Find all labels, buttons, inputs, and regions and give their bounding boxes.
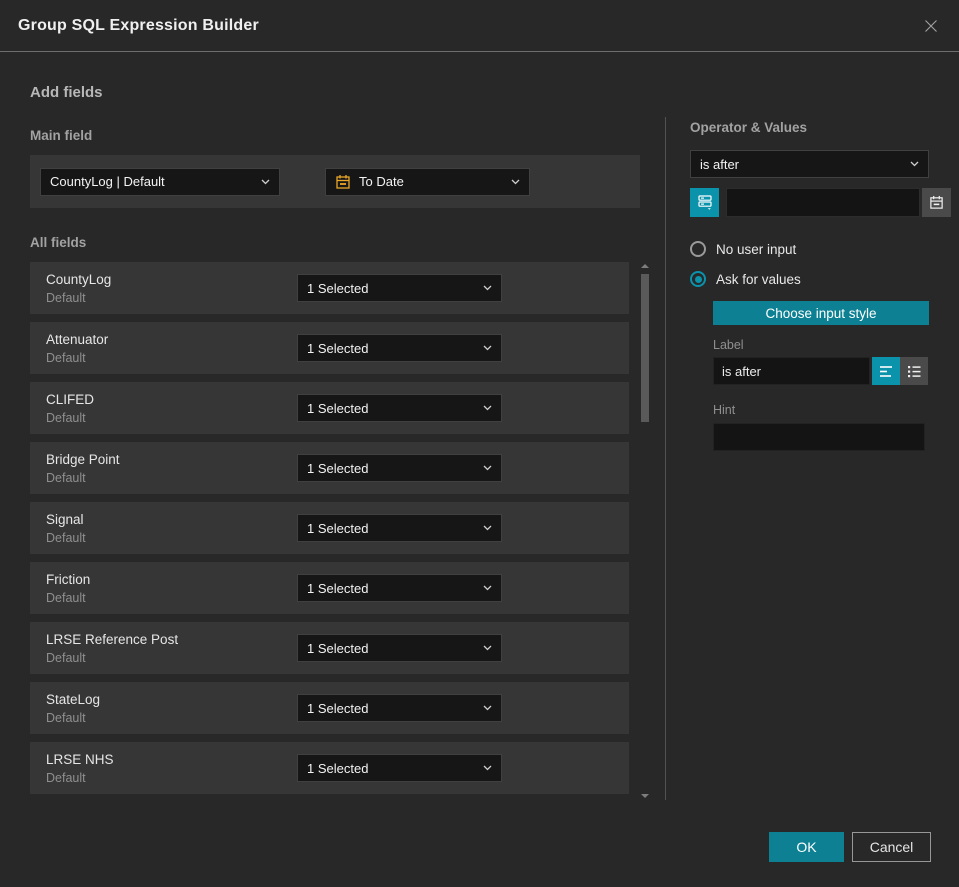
label-input-row xyxy=(713,357,929,385)
panel-divider xyxy=(665,117,666,800)
calendar-icon xyxy=(335,174,351,190)
field-values-select[interactable]: 1 Selected xyxy=(297,574,502,602)
ask-for-values-option[interactable]: Ask for values xyxy=(690,271,929,287)
field-values-select-value: 1 Selected xyxy=(307,760,369,776)
date-value-row xyxy=(690,188,951,217)
main-field-type-select[interactable]: To Date xyxy=(325,167,530,196)
chevron-down-icon xyxy=(483,285,492,291)
hint-input[interactable] xyxy=(713,423,925,451)
single-line-style-button[interactable] xyxy=(872,357,900,385)
field-row: StateLog Default 1 Selected xyxy=(30,682,629,734)
field-values-select-value: 1 Selected xyxy=(307,340,369,356)
field-row: Bridge Point Default 1 Selected xyxy=(30,442,629,494)
chevron-down-icon xyxy=(483,405,492,411)
field-values-select-value: 1 Selected xyxy=(307,520,369,536)
bullet-list-icon xyxy=(907,365,920,377)
operator-values-title: Operator & Values xyxy=(690,120,808,135)
field-values-select[interactable]: 1 Selected xyxy=(297,394,502,422)
main-field-box: CountyLog | Default To Date xyxy=(30,155,640,208)
chevron-down-icon xyxy=(511,179,520,185)
chevron-down-icon xyxy=(261,179,270,185)
no-user-input-option[interactable]: No user input xyxy=(690,241,929,257)
field-row: CLIFED Default 1 Selected xyxy=(30,382,629,434)
list-scrollbar xyxy=(640,262,650,800)
list-style-button[interactable] xyxy=(900,357,928,385)
scroll-down-arrow-icon[interactable] xyxy=(641,794,649,798)
field-values-select-value: 1 Selected xyxy=(307,640,369,656)
field-row: LRSE NHS Default 1 Selected xyxy=(30,742,629,794)
set-values-button[interactable] xyxy=(690,188,719,217)
calendar-picker-button[interactable] xyxy=(922,188,951,217)
field-row: Attenuator Default 1 Selected xyxy=(30,322,629,374)
field-values-select-value: 1 Selected xyxy=(307,700,369,716)
set-values-icon xyxy=(697,195,712,210)
calendar-icon xyxy=(930,195,943,209)
all-fields-label: All fields xyxy=(30,235,87,250)
field-row: Signal Default 1 Selected xyxy=(30,502,629,554)
dialog-header: Group SQL Expression Builder xyxy=(0,0,959,52)
operator-select[interactable]: is after xyxy=(690,150,929,178)
operator-select-value: is after xyxy=(700,156,740,172)
date-value-input[interactable] xyxy=(726,188,920,217)
field-values-select-value: 1 Selected xyxy=(307,280,369,296)
field-values-select-value: 1 Selected xyxy=(307,580,369,596)
field-values-select[interactable]: 1 Selected xyxy=(297,274,502,302)
field-values-select-value: 1 Selected xyxy=(307,400,369,416)
choose-input-style-button[interactable]: Choose input style xyxy=(713,301,929,325)
main-field-select[interactable]: CountyLog | Default xyxy=(40,167,280,196)
chevron-down-icon xyxy=(483,705,492,711)
hint-caption: Hint xyxy=(713,403,736,417)
ok-button[interactable]: OK xyxy=(769,832,844,862)
scroll-up-arrow-icon[interactable] xyxy=(641,264,649,268)
label-input[interactable] xyxy=(713,357,870,385)
add-fields-heading: Add fields xyxy=(30,84,103,101)
cancel-button[interactable]: Cancel xyxy=(852,832,931,862)
field-values-select[interactable]: 1 Selected xyxy=(297,694,502,722)
dialog-title: Group SQL Expression Builder xyxy=(18,16,259,34)
field-row: Friction Default 1 Selected xyxy=(30,562,629,614)
dialog-footer: OK Cancel xyxy=(769,832,931,862)
chevron-down-icon xyxy=(483,585,492,591)
all-fields-list: CountyLog Default 1 Selected Attenuator … xyxy=(30,262,629,794)
chevron-down-icon xyxy=(483,345,492,351)
label-caption: Label xyxy=(713,338,744,352)
chevron-down-icon xyxy=(483,465,492,471)
field-values-select-value: 1 Selected xyxy=(307,460,369,476)
chevron-down-icon xyxy=(910,161,919,167)
field-values-select[interactable]: 1 Selected xyxy=(297,634,502,662)
operator-values-panel: Operator & Values is after No user input… xyxy=(690,120,951,451)
group-sql-expression-builder-dialog: Group SQL Expression Builder Add fields … xyxy=(0,0,959,887)
main-field-type-value: To Date xyxy=(359,174,404,189)
main-field-select-value: CountyLog | Default xyxy=(50,174,165,189)
field-values-select[interactable]: 1 Selected xyxy=(297,454,502,482)
field-row: CountyLog Default 1 Selected xyxy=(30,262,629,314)
close-icon[interactable] xyxy=(921,16,941,36)
ask-for-values-label: Ask for values xyxy=(716,271,801,287)
radio-unselected-icon xyxy=(690,241,706,257)
field-values-select[interactable]: 1 Selected xyxy=(297,514,502,542)
field-values-select[interactable]: 1 Selected xyxy=(297,334,502,362)
chevron-down-icon xyxy=(483,765,492,771)
scrollbar-thumb[interactable] xyxy=(641,274,649,422)
radio-selected-icon xyxy=(690,271,706,287)
align-left-icon xyxy=(879,365,892,377)
no-user-input-label: No user input xyxy=(716,241,797,257)
main-field-label: Main field xyxy=(30,128,93,143)
chevron-down-icon xyxy=(483,525,492,531)
field-row: LRSE Reference Post Default 1 Selected xyxy=(30,622,629,674)
chevron-down-icon xyxy=(483,645,492,651)
field-values-select[interactable]: 1 Selected xyxy=(297,754,502,782)
